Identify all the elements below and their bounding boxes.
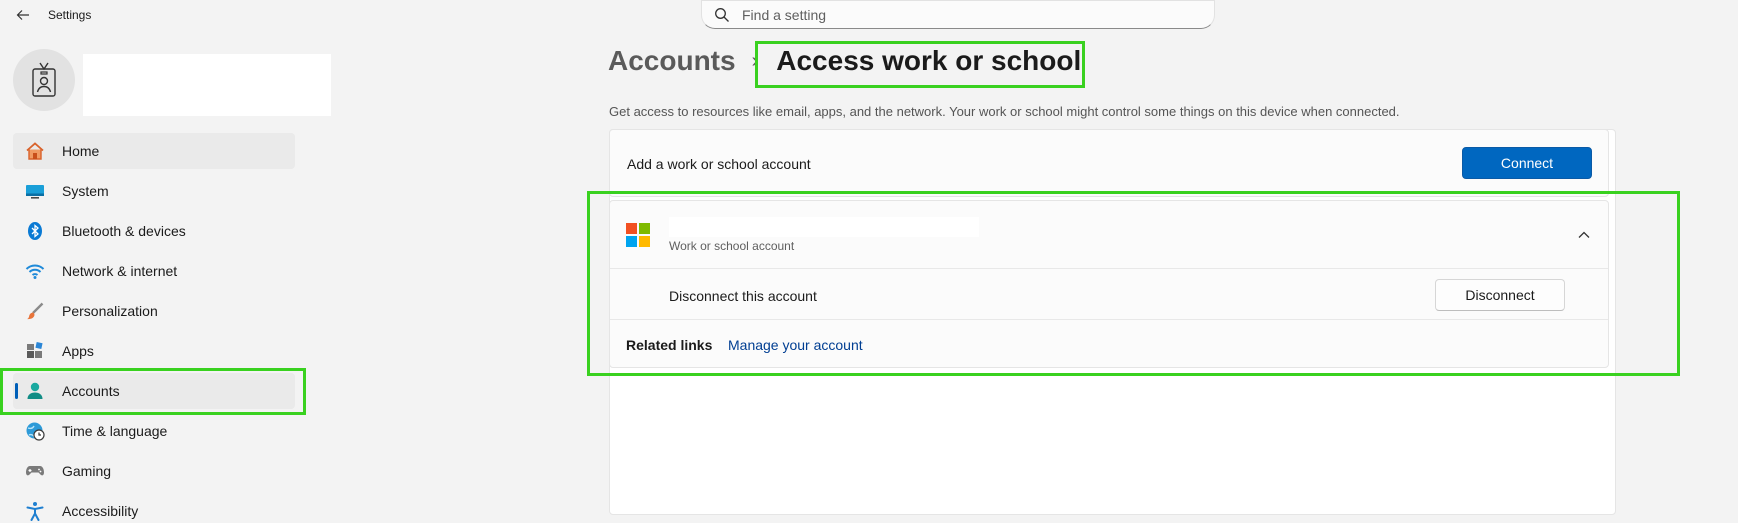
brush-icon <box>25 301 45 321</box>
app-title: Settings <box>48 8 92 22</box>
back-arrow-icon <box>16 10 29 20</box>
sidebar-item-label: Accessibility <box>62 503 139 519</box>
logo-square <box>626 223 637 234</box>
page-description: Get access to resources like email, apps… <box>609 104 1400 119</box>
sidebar-item-network[interactable]: Network & internet <box>13 253 295 289</box>
apps-icon <box>25 341 45 361</box>
sidebar-item-accessibility[interactable]: Accessibility <box>13 493 295 523</box>
disconnect-button[interactable]: Disconnect <box>1435 279 1565 311</box>
sidebar-item-accounts[interactable]: Accounts <box>13 373 295 409</box>
page-title: Access work or school <box>776 45 1082 76</box>
sidebar-item-label: Personalization <box>62 303 158 319</box>
add-account-label: Add a work or school account <box>627 156 811 172</box>
search-box[interactable] <box>701 0 1215 29</box>
sidebar-item-apps[interactable]: Apps <box>13 333 295 369</box>
sidebar-item-label: Accounts <box>62 383 120 399</box>
sidebar-item-time-language[interactable]: Time & language <box>13 413 295 449</box>
disconnect-label: Disconnect this account <box>669 288 817 304</box>
id-badge-icon <box>32 62 56 97</box>
disconnect-row: Disconnect this account Disconnect <box>610 270 1608 320</box>
logo-square <box>626 236 637 247</box>
sidebar-item-system[interactable]: System <box>13 173 295 209</box>
sidebar-item-label: System <box>62 183 109 199</box>
bluetooth-icon <box>25 221 45 241</box>
add-account-row: Add a work or school account Connect <box>609 129 1609 197</box>
breadcrumb: Accounts › Access work or school <box>608 45 1081 77</box>
back-button[interactable] <box>13 5 33 25</box>
logo-square <box>639 223 650 234</box>
account-name <box>669 217 979 237</box>
search-icon <box>715 7 729 22</box>
related-links-row: Related links Manage your account <box>610 321 1608 368</box>
sidebar-item-label: Gaming <box>62 463 112 479</box>
sidebar-item-personalization[interactable]: Personalization <box>13 293 295 329</box>
accessibility-icon <box>25 501 45 521</box>
sidebar-nav: Home System Bluetooth & devices Network … <box>13 133 295 523</box>
sidebar-item-label: Network & internet <box>62 263 178 279</box>
sidebar-item-label: Bluetooth & devices <box>62 223 186 239</box>
wifi-icon <box>25 261 45 281</box>
account-card: Work or school account Disconnect this a… <box>609 200 1609 368</box>
monitor-icon <box>25 181 45 201</box>
connect-button[interactable]: Connect <box>1462 147 1592 179</box>
avatar[interactable] <box>13 49 75 111</box>
search-input[interactable] <box>742 6 1182 23</box>
logo-square <box>639 236 650 247</box>
account-type: Work or school account <box>669 239 795 253</box>
gamepad-icon <box>25 461 45 481</box>
chevron-up-icon[interactable] <box>1576 227 1592 243</box>
sidebar-item-label: Apps <box>62 343 94 359</box>
related-links-label: Related links <box>626 337 713 353</box>
chevron-right-icon: › <box>751 49 759 72</box>
user-name <box>83 54 331 116</box>
person-icon <box>25 381 45 401</box>
globe-clock-icon <box>25 421 45 441</box>
sidebar-item-label: Time & language <box>62 423 168 439</box>
sidebar-item-gaming[interactable]: Gaming <box>13 453 295 489</box>
manage-account-link[interactable]: Manage your account <box>728 337 863 353</box>
home-icon <box>25 141 45 161</box>
sidebar-item-label: Home <box>62 143 100 159</box>
selection-indicator <box>15 383 18 399</box>
microsoft-logo-icon <box>626 223 650 247</box>
breadcrumb-parent-link[interactable]: Accounts <box>608 45 736 77</box>
sidebar-item-bluetooth[interactable]: Bluetooth & devices <box>13 213 295 249</box>
account-expander[interactable]: Work or school account <box>610 201 1608 269</box>
sidebar-item-home[interactable]: Home <box>13 133 295 169</box>
